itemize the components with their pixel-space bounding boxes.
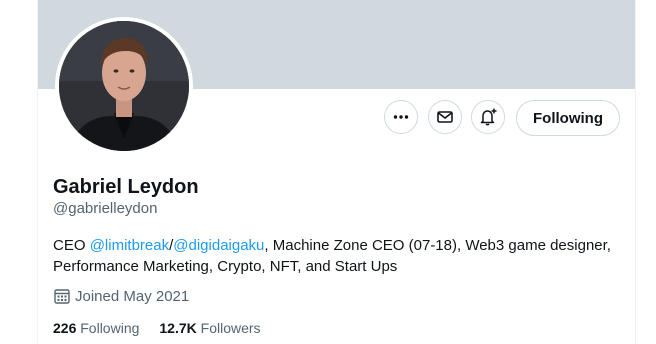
followers-stat[interactable]: 12.7K Followers: [159, 320, 260, 336]
envelope-icon: [437, 111, 453, 123]
following-button[interactable]: Following: [516, 100, 620, 136]
joined-date: Joined May 2021: [53, 287, 189, 305]
avatar-portrait: [59, 21, 189, 151]
bio-prefix: CEO: [53, 237, 90, 254]
profile-bio: CEO @limitbreak/@digidaigaku, Machine Zo…: [53, 235, 628, 277]
profile-stats: 226 Following 12.7K Followers: [53, 320, 281, 336]
more-horizontal-icon: [393, 115, 409, 119]
bio-rest-line1: , Machine Zone CEO (07-18), Web3 game de…: [264, 237, 611, 254]
bio-line2: Performance Marketing, Crypto, NFT, and …: [53, 258, 398, 275]
bio-link-limitbreak[interactable]: @limitbreak: [90, 237, 169, 254]
profile-name: Gabriel Leydon: [53, 176, 199, 198]
calendar-icon: [54, 289, 70, 304]
followers-count: 12.7K: [159, 320, 197, 336]
more-button[interactable]: [384, 100, 418, 134]
right-border: [635, 0, 636, 344]
bio-link-digidaigaku[interactable]: @digidaigaku: [173, 237, 264, 254]
notifications-button[interactable]: [471, 100, 505, 134]
following-label: Following: [80, 320, 140, 336]
message-button[interactable]: [428, 100, 462, 134]
following-count: 226: [53, 320, 77, 336]
avatar-photo: [59, 21, 189, 151]
joined-text: Joined May 2021: [75, 287, 190, 305]
followers-label: Followers: [200, 320, 261, 336]
following-stat[interactable]: 226 Following: [53, 320, 139, 336]
bell-plus-icon: [480, 108, 497, 126]
avatar[interactable]: [55, 17, 193, 155]
profile-handle: @gabrielleydon: [53, 200, 158, 217]
